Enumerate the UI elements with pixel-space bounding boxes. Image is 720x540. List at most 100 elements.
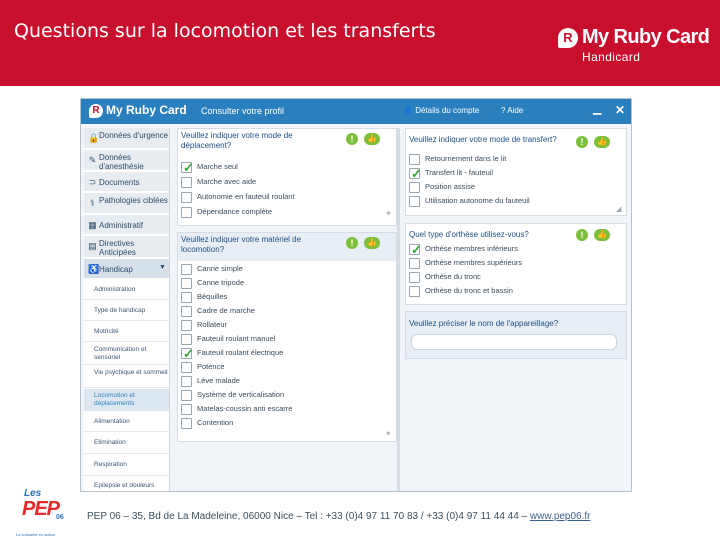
- option-marche-aide[interactable]: Marche avec aide: [181, 176, 381, 190]
- checkbox[interactable]: ✓: [409, 242, 422, 257]
- sidebar-subitem-epilepsie[interactable]: Epilepsie et douleurs: [84, 477, 169, 491]
- option-label: Position assise: [425, 182, 476, 191]
- sidebar-item-label: Données d'urgence: [99, 131, 169, 140]
- option-contention[interactable]: Contention: [181, 417, 381, 431]
- option-verticalisation[interactable]: Système de verticalisation: [181, 389, 381, 403]
- info-button[interactable]: !: [346, 237, 358, 249]
- brand-logo: R My Ruby Card Handicard: [558, 24, 710, 68]
- option-potence[interactable]: Potence: [181, 361, 381, 375]
- option-orthese-tronc-bassin[interactable]: Orthèse du tronc et bassin: [409, 285, 609, 299]
- sidebar-item-label: Directives Anticipées: [99, 239, 136, 257]
- sidebar-item-administratif[interactable]: ▦ Administratif: [84, 215, 169, 235]
- option-canne-simple[interactable]: Canne simple: [181, 263, 381, 277]
- thumbs-up-icon[interactable]: 👍: [594, 136, 610, 148]
- thumbs-up-icon[interactable]: 👍: [364, 237, 380, 249]
- appareillage-input[interactable]: [411, 334, 617, 350]
- option-utilisation-fauteuil[interactable]: Utilisation autonome du fauteuil: [409, 195, 609, 209]
- minimize-icon[interactable]: ▁: [593, 102, 601, 115]
- option-position-assise[interactable]: Position assise: [409, 181, 609, 195]
- option-rollateur[interactable]: Rollateur: [181, 319, 381, 333]
- sidebar-subitem-elimination[interactable]: Elimination: [84, 433, 169, 454]
- checkbox[interactable]: [409, 182, 420, 193]
- option-label: Canne simple: [197, 264, 243, 273]
- website-link[interactable]: www.pep06.fr: [530, 511, 591, 522]
- profile-link[interactable]: Consulter votre profil: [201, 106, 284, 116]
- checkbox[interactable]: [181, 264, 192, 275]
- checkbox[interactable]: [181, 320, 192, 331]
- option-dependance[interactable]: Dépendance complète: [181, 206, 381, 220]
- sidebar-subitem-label: Communication et sensoriel: [94, 346, 147, 361]
- option-label: Orthèse membres supérieurs: [425, 258, 523, 267]
- account-details-link[interactable]: 👤 Détails du compte: [403, 106, 479, 115]
- checkbox[interactable]: [181, 192, 192, 203]
- option-orthese-superieurs[interactable]: Orthèse membres supérieurs: [409, 257, 609, 271]
- option-fauteuil-manuel[interactable]: Fauteuil roulant manuel: [181, 333, 381, 347]
- sidebar-subitem-type-handicap[interactable]: Type de handicap: [84, 301, 169, 321]
- logo-tagline: La solidarité en action: [16, 532, 55, 537]
- option-fauteuil-roulant[interactable]: Autonomie en fauteuil roulant: [181, 191, 381, 205]
- checkbox[interactable]: [409, 258, 420, 269]
- checkbox[interactable]: [409, 272, 420, 283]
- info-button[interactable]: !: [576, 229, 588, 241]
- checkbox[interactable]: ✓: [409, 166, 422, 181]
- help-link[interactable]: ? Aide: [501, 106, 523, 115]
- checkbox[interactable]: [181, 390, 192, 401]
- sidebar-item-directives[interactable]: ▤ Directives Anticipées: [84, 236, 169, 258]
- checkbox[interactable]: [409, 196, 420, 207]
- sidebar-subitem-locomotion[interactable]: Locomotion et déplacements: [84, 389, 169, 411]
- sidebar-subitem-communication[interactable]: Communication et sensoriel: [84, 343, 169, 365]
- sidebar-subitem-vie-psychique[interactable]: Vie psychique et sommeil: [84, 366, 169, 388]
- checkbox[interactable]: [181, 306, 192, 317]
- sidebar-item-handicap[interactable]: ♿ Handicap ▼: [84, 259, 169, 279]
- checkbox[interactable]: [409, 286, 420, 297]
- lock-icon: 🔒: [88, 133, 100, 143]
- question-transfert: Veuillez indiquer votre mode de transfer…: [409, 135, 557, 144]
- thumbs-up-icon[interactable]: 👍: [364, 133, 380, 145]
- sidebar-subitem-motricite[interactable]: Motricité: [84, 322, 169, 342]
- close-icon[interactable]: ✕: [615, 103, 625, 117]
- resize-handle-icon[interactable]: ◢: [616, 205, 621, 213]
- checkbox[interactable]: [409, 154, 420, 165]
- checkbox[interactable]: [181, 334, 192, 345]
- checkbox[interactable]: [181, 278, 192, 289]
- checkbox[interactable]: ✓: [181, 160, 194, 175]
- checkbox[interactable]: [181, 177, 192, 188]
- documents-icon: ⊃: [88, 177, 97, 187]
- slide-title: Questions sur la locomotion et les trans…: [14, 20, 436, 42]
- sidebar-item-label: Documents: [99, 178, 140, 187]
- thumbs-up-icon[interactable]: 👍: [594, 229, 610, 241]
- option-label: Marche seul: [197, 162, 238, 171]
- option-fauteuil-electrique[interactable]: ✓ Fauteuil roulant électrique: [181, 346, 381, 361]
- option-marche-seul[interactable]: ✓ Marche seul: [181, 160, 381, 175]
- info-button[interactable]: !: [576, 136, 588, 148]
- option-bequilles[interactable]: Béquilles: [181, 291, 381, 305]
- checkbox[interactable]: ✓: [181, 346, 194, 361]
- sidebar-subitem-alimentation[interactable]: Alimentation: [84, 412, 169, 432]
- option-label: Orthèse du tronc et bassin: [425, 286, 513, 295]
- option-cadre-marche[interactable]: Cadre de marche: [181, 305, 381, 319]
- option-canne-tripode[interactable]: Canne tripode: [181, 277, 381, 291]
- sidebar-item-pathologies[interactable]: ⚕ Pathologies ciblées: [84, 193, 169, 214]
- checkbox[interactable]: [181, 362, 192, 373]
- scrollbar[interactable]: [397, 128, 400, 491]
- sidebar-item-anesthesie[interactable]: ✎ Données d'anesthésie: [84, 150, 169, 171]
- checkbox[interactable]: [181, 376, 192, 387]
- checkbox[interactable]: [181, 404, 192, 415]
- sidebar-item-documents[interactable]: ⊃ Documents: [84, 172, 169, 192]
- checkbox[interactable]: [181, 418, 192, 429]
- sidebar-subitem-label: Motricité: [94, 328, 119, 335]
- option-transfert-lit[interactable]: ✓ Transfert lit - fauteuil: [409, 166, 609, 181]
- option-orthese-tronc[interactable]: Orthèse du tronc: [409, 271, 609, 285]
- option-matelas[interactable]: Matelas-coussin anti escarre: [181, 403, 381, 417]
- option-leve-malade[interactable]: Lève malade: [181, 375, 381, 389]
- option-orthese-inferieurs[interactable]: ✓ Orthèse membres inférieurs: [409, 242, 609, 257]
- checkbox[interactable]: [181, 292, 192, 303]
- footer-address: PEP 06 – 35, Bd de La Madeleine, 06000 N…: [87, 511, 530, 522]
- option-retournement[interactable]: Retournement dans le lit: [409, 153, 609, 167]
- sidebar-subitem-administration[interactable]: Administration: [84, 280, 169, 300]
- sidebar-subitem-respiration[interactable]: Respiration: [84, 455, 169, 476]
- info-button[interactable]: !: [346, 133, 358, 145]
- checkbox[interactable]: [181, 207, 192, 218]
- option-label: Système de verticalisation: [197, 390, 285, 399]
- sidebar-item-urgence[interactable]: 🔒 Données d'urgence: [84, 128, 169, 149]
